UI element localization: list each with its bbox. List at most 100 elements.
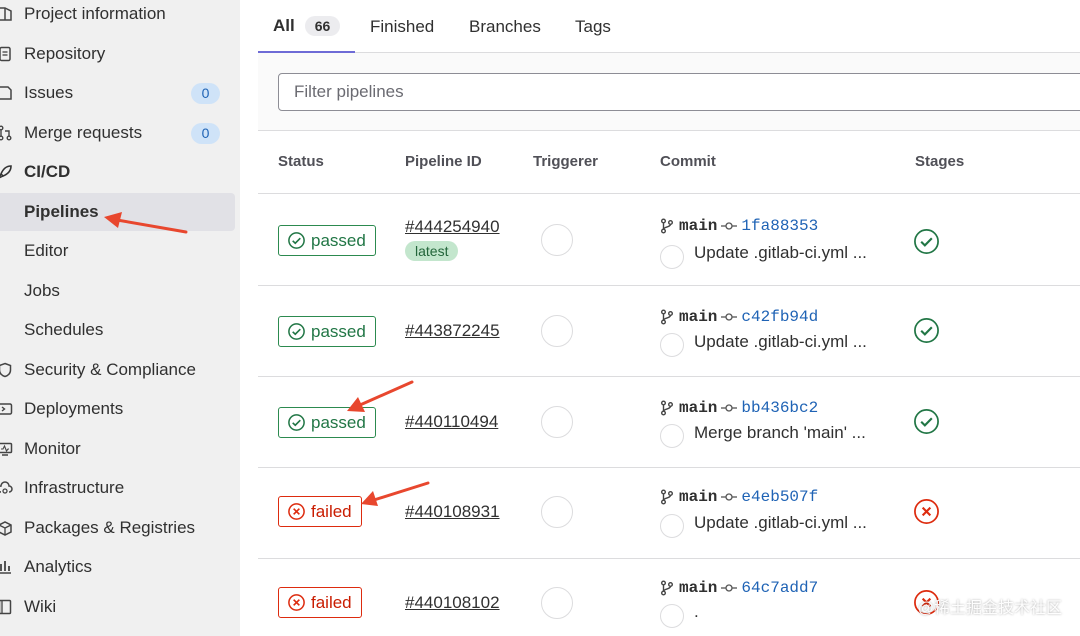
- sidebar-item-label: CI/CD: [24, 162, 71, 181]
- pipeline-tabs: All 66 Finished Branches Tags: [258, 0, 1080, 53]
- sidebar-item-deployments[interactable]: Deployments: [0, 390, 235, 428]
- branch-link[interactable]: main: [679, 308, 717, 326]
- status-label: passed: [311, 321, 366, 341]
- triggerer-avatar[interactable]: [541, 406, 573, 438]
- branch-icon: [661, 400, 673, 416]
- sidebar-item-jobs[interactable]: Jobs: [0, 272, 235, 310]
- watermark: @稀土掘金技术社区: [917, 600, 1062, 617]
- merge-requests-count-badge: 0: [191, 122, 220, 144]
- commit-sha-link[interactable]: 64c7add7: [741, 579, 818, 597]
- sidebar-item-packages-registries[interactable]: Packages & Registries: [0, 509, 235, 547]
- sidebar-item-label: Packages & Registries: [24, 518, 196, 537]
- commit-author-avatar[interactable]: [660, 333, 684, 357]
- check-circle-icon: [288, 323, 305, 340]
- sidebar-item-ci-cd[interactable]: CI/CD: [0, 153, 235, 191]
- sidebar-item-schedules[interactable]: Schedules: [0, 311, 235, 349]
- tab-count-badge: 66: [304, 15, 341, 36]
- check-circle-icon: [288, 414, 305, 431]
- chart-icon: [0, 558, 14, 576]
- stage-failed-icon[interactable]: [913, 498, 940, 525]
- triggerer-avatar[interactable]: [541, 224, 573, 256]
- sidebar-item-label: Deployments: [24, 399, 124, 418]
- pipeline-id-link[interactable]: #440108102: [405, 593, 500, 613]
- table-row: failed #440108931 main e4eb507f Update .…: [258, 468, 1080, 559]
- pipeline-id-link[interactable]: #443872245: [405, 321, 500, 341]
- book-icon: [0, 598, 14, 616]
- table-row: passed #444254940 latest main 1fa88353 U…: [258, 195, 1080, 286]
- commit-ref: main e4eb507f: [660, 488, 818, 506]
- commit-ref: main 1fa88353: [660, 217, 818, 235]
- tab-all[interactable]: All 66: [258, 0, 356, 53]
- sidebar-item-infrastructure[interactable]: Infrastructure: [0, 469, 235, 507]
- commit-sha-link[interactable]: bb436bc2: [741, 399, 818, 417]
- tab-branches[interactable]: Branches: [469, 0, 541, 53]
- commit-sha-link[interactable]: e4eb507f: [741, 488, 818, 506]
- sidebar-item-monitor[interactable]: Monitor: [0, 430, 235, 468]
- triggerer-avatar[interactable]: [541, 315, 573, 347]
- pipelines-main: All 66 Finished Branches Tags Status Pip…: [240, 0, 1080, 636]
- status-badge[interactable]: failed: [278, 587, 362, 618]
- tab-label: Branches: [469, 16, 541, 36]
- check-circle-icon: [288, 232, 305, 249]
- stage-success-icon[interactable]: [913, 408, 940, 435]
- commit-author-avatar[interactable]: [660, 424, 684, 448]
- sidebar-item-security-compliance[interactable]: Security & Compliance: [0, 351, 235, 389]
- stage-success-icon[interactable]: [913, 228, 940, 255]
- triggerer-avatar[interactable]: [541, 496, 573, 528]
- branch-link[interactable]: main: [679, 488, 717, 506]
- column-header-stages: Stages: [915, 153, 965, 170]
- status-badge[interactable]: passed: [278, 407, 376, 438]
- commit-title-link[interactable]: .: [694, 602, 699, 622]
- branch-link[interactable]: main: [679, 217, 717, 235]
- pipeline-id-link[interactable]: #440108931: [405, 502, 500, 522]
- sidebar-item-wiki[interactable]: Wiki: [0, 588, 235, 626]
- error-circle-icon: [288, 594, 305, 611]
- sidebar-item-analytics[interactable]: Analytics: [0, 548, 235, 586]
- sidebar-item-merge-requests[interactable]: Merge requests 0: [0, 114, 235, 152]
- status-label: passed: [311, 230, 366, 250]
- stage-success-icon[interactable]: [913, 317, 940, 344]
- deployments-icon: [0, 400, 14, 418]
- commit-title-link[interactable]: Update .gitlab-ci.yml ...: [694, 332, 867, 352]
- commit-author-avatar[interactable]: [660, 604, 684, 628]
- sidebar-item-repository[interactable]: Repository: [0, 35, 235, 73]
- commit-author-avatar[interactable]: [660, 245, 684, 269]
- sidebar-item-label: Pipelines: [24, 202, 99, 221]
- sidebar-item-label: Wiki: [24, 597, 57, 616]
- sidebar-item-editor[interactable]: Editor: [0, 232, 235, 270]
- column-header-pipeline-id: Pipeline ID: [405, 153, 482, 170]
- sidebar-item-issues[interactable]: Issues 0: [0, 74, 235, 112]
- table-row: passed #443872245 main c42fb94d Update .…: [258, 286, 1080, 377]
- commit-icon: [721, 404, 738, 412]
- sidebar-item-project-information[interactable]: Project information: [0, 0, 235, 33]
- sidebar-item-label: Repository: [24, 44, 106, 63]
- sidebar-item-label: Schedules: [24, 320, 104, 339]
- commit-title-link[interactable]: Update .gitlab-ci.yml ...: [694, 243, 867, 263]
- commit-sha-link[interactable]: c42fb94d: [741, 308, 818, 326]
- status-badge[interactable]: failed: [278, 496, 362, 527]
- branch-link[interactable]: main: [679, 579, 717, 597]
- commit-ref: main bb436bc2: [660, 399, 818, 417]
- branch-link[interactable]: main: [679, 399, 717, 417]
- commit-icon: [721, 493, 738, 501]
- filter-pipelines-input[interactable]: [278, 73, 1080, 111]
- pipeline-id-link[interactable]: #440110494: [405, 412, 498, 432]
- status-badge[interactable]: passed: [278, 316, 376, 347]
- commit-ref: main c42fb94d: [660, 308, 818, 326]
- pipeline-id-link[interactable]: #444254940: [405, 217, 500, 237]
- tab-tags[interactable]: Tags: [575, 0, 611, 53]
- issues-count-badge: 0: [191, 82, 220, 104]
- triggerer-avatar[interactable]: [541, 587, 573, 619]
- branch-icon: [661, 489, 673, 505]
- status-badge[interactable]: passed: [278, 225, 376, 256]
- sidebar-item-pipelines[interactable]: Pipelines: [0, 193, 235, 231]
- sidebar-item-label: Infrastructure: [24, 478, 125, 497]
- table-header: Status Pipeline ID Triggerer Commit Stag…: [258, 131, 1080, 194]
- commit-icon: [721, 222, 738, 230]
- commit-author-avatar[interactable]: [660, 514, 684, 538]
- tab-finished[interactable]: Finished: [370, 0, 434, 53]
- commit-title-link[interactable]: Update .gitlab-ci.yml ...: [694, 513, 867, 533]
- commit-sha-link[interactable]: 1fa88353: [741, 217, 818, 235]
- column-header-status: Status: [278, 153, 324, 170]
- commit-title-link[interactable]: Merge branch 'main' ...: [694, 423, 866, 443]
